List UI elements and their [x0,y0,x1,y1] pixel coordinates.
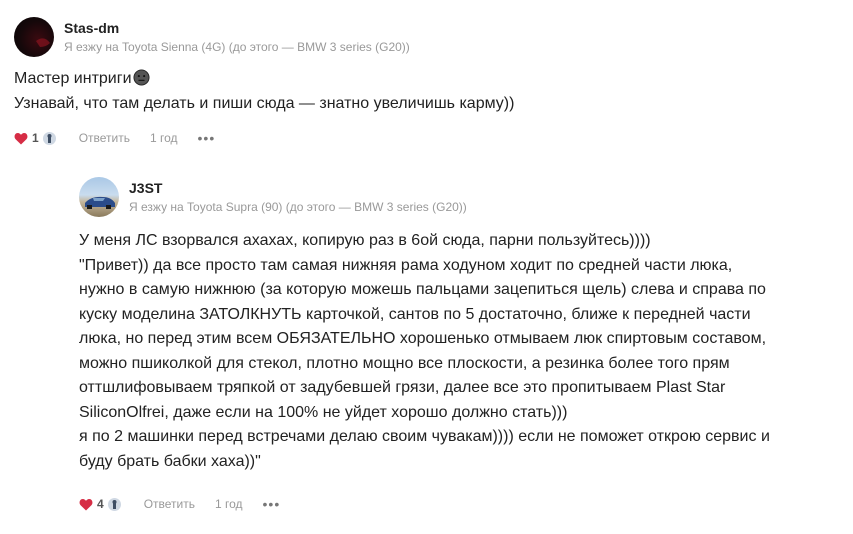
neutral-face-emoji-icon [132,69,150,86]
comment-line: люка, но перед этим всем ОБЯЗАТЕЛЬНО хор… [79,330,767,347]
comment-line: SiliconOlfrei, даже если на 100% не уйде… [79,403,568,421]
avatar[interactable] [14,17,54,57]
like-count[interactable]: 1 [32,131,39,145]
comment-actions: 4 Ответить 1 год ••• [79,494,280,514]
avatar-image [85,196,115,209]
heart-icon[interactable] [79,498,93,511]
liker-avatar-image [112,499,117,509]
comment-text: Мастер интриги Узнавай, что там делать и… [14,67,514,116]
liker-avatar[interactable] [42,131,56,145]
car-line[interactable]: Я езжу на Toyota Sienna (4G) (до этого —… [64,40,410,54]
comment-line: куску моделина ЗАТОЛКНУТЬ карточкой, сан… [79,305,751,323]
timestamp[interactable]: 1 год [215,497,243,511]
more-dots-icon[interactable]: ••• [198,131,216,145]
car-line[interactable]: Я езжу на Toyota Supra (90) (до этого — … [129,200,467,214]
comment-line: я по 2 машинки перед встречами делаю сво… [79,428,770,445]
avatar-image [36,38,50,47]
comment-line: "Привет)) да все просто там самая нижняя… [79,256,733,274]
comment-1: Stas-dm Я езжу на Toyota Sienna (4G) (до… [0,0,853,160]
comment-line: Узнавай, что там делать и пиши сюда — зн… [14,94,515,112]
timestamp[interactable]: 1 год [150,131,178,145]
comment-line: нужно в самую нижнюю (за которую можешь … [79,281,766,298]
comment-text: У меня ЛС взорвался ахахах, копирую раз … [79,229,770,474]
more-dots-icon[interactable]: ••• [263,497,281,511]
like-count[interactable]: 4 [97,497,104,511]
comment-line: оттшлифовываем тряпкой от задубевшей гря… [79,379,726,396]
liker-avatar-image [47,133,52,143]
liker-avatar[interactable] [107,497,121,511]
comment-2: J3ST Я езжу на Toyota Supra (90) (до это… [0,160,853,534]
username[interactable]: Stas-dm [64,20,119,36]
avatar[interactable] [79,177,119,217]
reply-button[interactable]: Ответить [144,497,195,511]
comment-line: буду брать бабки хаха))" [79,452,261,470]
comment-line: можно пшиколкой для стекол, плотно мощно… [79,354,730,372]
reply-button[interactable]: Ответить [79,131,130,145]
heart-icon[interactable] [14,132,28,145]
comment-line: Мастер интриги [14,67,514,92]
comment-line: У меня ЛС взорвался ахахах, копирую раз … [79,232,651,249]
username[interactable]: J3ST [129,180,162,196]
comment-actions: 1 Ответить 1 год ••• [14,128,215,148]
